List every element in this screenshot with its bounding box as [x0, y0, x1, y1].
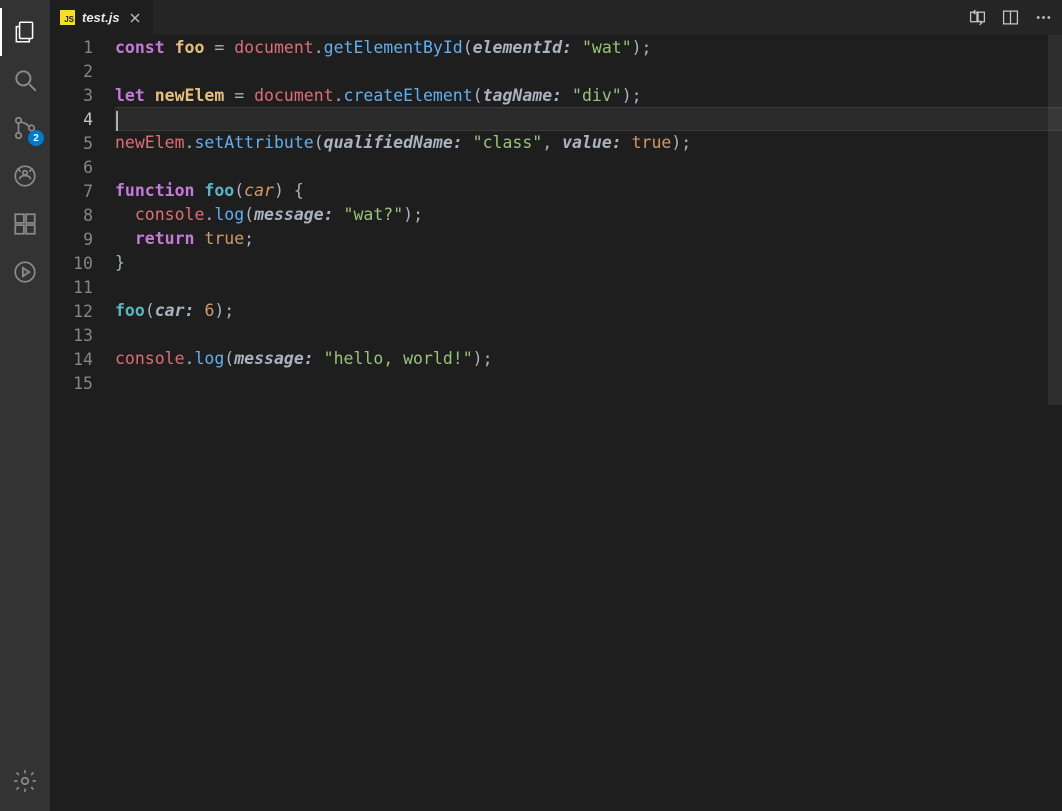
close-icon[interactable]	[127, 10, 143, 26]
editor-actions	[969, 9, 1062, 26]
scm-icon[interactable]: 2	[0, 104, 50, 152]
activity-bar: 2	[0, 0, 50, 811]
extensions-icon[interactable]	[0, 200, 50, 248]
split-editor-icon[interactable]	[1002, 9, 1019, 26]
scm-badge: 2	[28, 130, 44, 146]
live-share-icon[interactable]	[0, 248, 50, 296]
debug-icon[interactable]	[0, 152, 50, 200]
settings-gear-icon[interactable]	[0, 757, 50, 805]
code-content[interactable]: const foo = document.getElementById(elem…	[115, 36, 1062, 811]
tab-bar: JS test.js	[50, 0, 1062, 35]
compare-changes-icon[interactable]	[969, 9, 986, 26]
code-editor[interactable]: 123456789101112131415 const foo = docume…	[50, 35, 1062, 811]
tab-test-js[interactable]: JS test.js	[50, 0, 154, 35]
line-number-gutter: 123456789101112131415	[50, 36, 115, 811]
editor-group: JS test.js 123456789101112131415 const f…	[50, 0, 1062, 811]
file-js-icon: JS	[60, 10, 75, 25]
tab-label: test.js	[82, 10, 120, 25]
explorer-icon[interactable]	[0, 8, 50, 56]
search-icon[interactable]	[0, 56, 50, 104]
vertical-scrollbar[interactable]	[1048, 35, 1062, 405]
more-actions-icon[interactable]	[1035, 9, 1052, 26]
scrollbar-thumb[interactable]	[1048, 35, 1062, 405]
